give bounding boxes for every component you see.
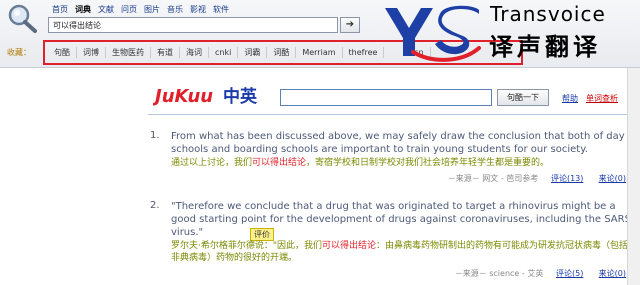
nav-item[interactable]: 音乐 — [167, 4, 183, 15]
nav-item[interactable]: 文献 — [98, 4, 114, 15]
result-meta: －来源－ 网文 - 芭司参考 评论(13) 来论(0) — [448, 173, 626, 184]
unknown-words-link[interactable]: 单词查析 — [586, 93, 618, 104]
result-chinese: 通过以上讨论，我们可以得出结论，寄宿学校和日制学校对我们社会培养年轻学生都是重要… — [171, 158, 550, 168]
result-chinese: 罗尔夫·希尔格菲尔德说："因此，我们可以得出结论：由鼻病毒药物研制出的药物有可能… — [171, 241, 629, 263]
reply-link[interactable]: 来论(0) — [599, 174, 626, 183]
reply-link[interactable]: 来论(0) — [599, 269, 626, 278]
jukuu-search-button[interactable]: 句酷一下 — [497, 89, 549, 106]
jukuu-logo-en: JuKuu — [153, 86, 213, 107]
keyword-highlight: 可以得出结论 — [252, 158, 307, 168]
jukuu-logo-cn: 中英 — [223, 86, 258, 107]
favorite-item[interactable]: 词博 — [77, 47, 106, 58]
toolbar-search-input[interactable] — [48, 17, 338, 33]
nav-item[interactable]: 问页 — [121, 4, 137, 15]
result-number: 1. — [150, 130, 160, 141]
favorite-item[interactable]: 有道 — [151, 47, 180, 58]
brand-name-en: Transvoice — [490, 2, 606, 26]
result-source: －来源－ science - 艾英 — [454, 269, 544, 278]
favorite-item[interactable]: 生物医药 — [106, 47, 151, 58]
favorite-item[interactable]: 海词 — [180, 47, 209, 58]
result-meta: －来源－ science - 艾英 评论(5) 来论(0) — [455, 268, 626, 279]
favorite-item[interactable]: 句酷 — [48, 47, 77, 58]
result-number: 2. — [150, 200, 160, 211]
favorite-item[interactable]: cnki — [209, 47, 239, 58]
comment-link[interactable]: 评论(13) — [551, 174, 583, 183]
scrollbar[interactable] — [627, 68, 640, 285]
favorite-item[interactable]: 词霸 — [238, 47, 268, 58]
favorite-item[interactable]: thefree — [343, 47, 385, 58]
nav-item[interactable]: 影视 — [190, 4, 206, 15]
result-source: －来源－ 网文 - 芭司参考 — [447, 174, 539, 183]
result-english: "Therefore we conclude that a drug that … — [171, 201, 631, 238]
comment-link[interactable]: 评论(5) — [556, 269, 583, 278]
keyword-highlight: 可以得出结论 — [322, 241, 377, 251]
search-engine-nav: 首页 词典 文献 问页 图片 音乐 影视 软件 — [52, 4, 229, 15]
divider — [148, 114, 640, 115]
magnifier-logo-icon — [8, 4, 37, 33]
favorite-item[interactable]: 词酷 — [267, 47, 297, 58]
transvoice-logo-icon — [385, 5, 481, 62]
help-link[interactable]: 帮助 — [562, 93, 578, 104]
nav-item[interactable]: 图片 — [144, 4, 160, 15]
brand-name-cn: 译声翻译 — [489, 33, 601, 61]
nav-item[interactable]: 词典 — [75, 4, 91, 15]
favorite-item[interactable]: Merriam — [296, 47, 343, 58]
favorites-label: 收藏： — [7, 48, 31, 57]
nav-item[interactable]: 软件 — [213, 4, 229, 15]
jukuu-logo-icon: JuKuu 中英 — [153, 86, 258, 107]
toolbar-search: ➔ — [48, 17, 360, 33]
nav-item[interactable]: 首页 — [52, 4, 68, 15]
result-english: From what has been discussed above, we m… — [171, 131, 625, 155]
search-go-button[interactable]: ➔ — [340, 17, 360, 33]
jukuu-search-input[interactable] — [280, 89, 492, 106]
